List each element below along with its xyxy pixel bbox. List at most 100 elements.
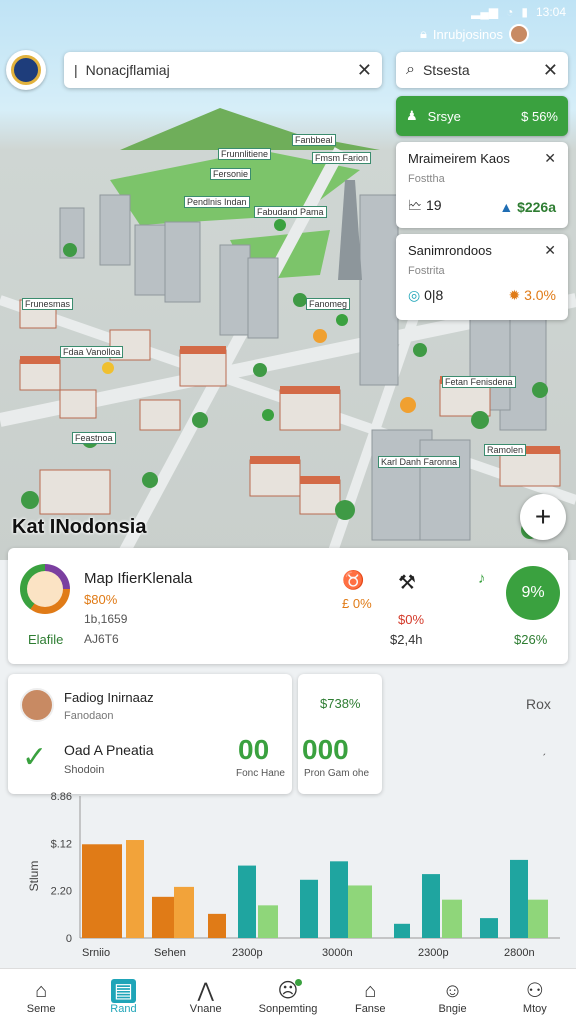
y-tick-label: 0 [66,933,72,945]
bar [510,859,528,938]
map-label[interactable]: Fdaa Vanolloa [60,346,124,358]
bar-chart: 8.86 $.12 2.20 0 Stlum Srniio Sehen 2300p 3000n 2… [27,791,560,959]
map-title: Kat INodonsia [12,516,147,538]
search-icon: ⌕ [406,61,415,78]
summary-card[interactable]: Map IfierKlenala $80% Elafile 1b,1659 AJ… [8,548,568,664]
nav-item-rand[interactable]: ▤ Rand [88,978,158,1015]
mountain-shape [120,108,380,150]
profile-metric: Oad A Pneatia [64,742,154,758]
bar [394,923,410,938]
crest-icon [11,55,41,85]
profile-big-value: 00 [238,734,270,765]
folder-icon: ▤ [110,978,136,1003]
profile-metric-sub: Shodoin [64,764,105,776]
x-tick-label: Sehen [154,947,186,959]
nav-label: Seme [26,1002,56,1015]
map-label[interactable]: Ramolen [484,444,527,456]
info-card[interactable]: Sanimrondoos ✕ Fostrita ◎ 0|8 ✹ 3.0% [396,234,568,320]
info-card-subtitle: Fosttha [408,173,445,185]
rox-label[interactable]: Rox [526,696,551,712]
search-input[interactable]: | Nonacjflamiaj ✕ [64,52,382,88]
nav-item-fanse[interactable]: ⌂ Fanse [335,979,405,1015]
signal-icon: ▂▄▆ [471,5,499,19]
y-tick-label: 8.86 [51,791,72,803]
face-icon: ☹ [277,978,303,1002]
summary-pct: $26% [514,632,548,647]
filter-search-value[interactable]: Stsesta [423,62,543,78]
info-card[interactable]: Mraimeirem Kaos ✕ Fosttha 🗠 19 ▲ $226a [396,142,568,228]
nav-item-bngie[interactable]: ☺ Bngie [418,979,488,1015]
stats-big-label: Pron Gam ohe [304,768,370,779]
chart-icon: 🗠 [408,197,423,213]
bar [126,840,144,938]
avatar[interactable] [509,24,530,44]
summary-line: AJ6T6 [84,632,119,646]
bar [82,844,122,938]
tower-shape [338,180,362,280]
warning-icon: ▲ [499,199,514,215]
bag-icon: ♉ [342,570,365,590]
clear-icon[interactable]: ✕ [357,60,372,81]
map-label[interactable]: Feastnoa [72,432,116,444]
profile-name: Fadiog Inirnaaz [64,690,154,705]
nav-label: Sonpemting [258,1002,318,1015]
profile-card[interactable]: Fadiog Inirnaaz Fanodaon ✓ Oad A Pneatia… [8,674,292,794]
map-label[interactable]: Fetan Fenisdena [442,376,516,388]
nav-label: Rand [110,1002,137,1015]
map-label[interactable]: Fabudand Pama [254,206,327,218]
summary-amount: $2,4h [390,632,423,647]
house-icon: ⌂ [364,979,377,1002]
map-label[interactable]: Fmsm Farion [312,152,372,164]
bar [330,861,348,938]
app-logo[interactable] [6,50,46,90]
map-label[interactable]: Fanomeg [306,298,351,310]
x-tick-label: 3000n [322,947,353,959]
home-icon: ⌂ [35,979,48,1002]
search-input-value[interactable]: Nonacjflamiaj [86,62,357,78]
cursor-icon: | [74,62,78,78]
add-button[interactable]: + [520,494,566,540]
status-bar: ▂▄▆ ◔ ▮ 13:04 [0,0,576,24]
nav-label: Mtoy [522,1002,547,1015]
summary-pct: $80% [84,592,118,607]
summary-label: Elafile [28,632,64,647]
close-icon[interactable]: ✕ [544,242,556,259]
people-icon: ⚇ [525,979,544,1002]
map-label[interactable]: Frunesmas [22,298,74,310]
map-label[interactable]: Fanbbeal [292,134,336,146]
bar [238,865,256,938]
summary-pct: £ 0% [342,596,372,611]
map-label[interactable]: Fersonie [210,168,252,180]
nav-item-home[interactable]: ⌂ Seme [6,979,76,1015]
user-chip[interactable]: 🔒︎ Inrubjosinos [420,24,530,44]
bar [300,879,318,938]
stats-card[interactable]: $738% 000 Pron Gam ohe [298,674,382,794]
y-axis-label: Stlum [27,861,41,892]
map-label[interactable]: Frunnlitiene [218,148,272,160]
score-circle[interactable]: 9% [506,566,560,620]
nav-item-sonpemting[interactable]: ☹ Sonpemting [253,978,323,1015]
status-button-value: $ 56% [521,108,558,124]
summary-title: Map IfierKlenala [84,570,193,587]
map-label[interactable]: Karl Danh Faronna [378,456,461,468]
x-tick-label: 2300p [418,947,449,959]
nav-label: Fanse [354,1002,386,1015]
nav-item-mtoy[interactable]: ⚇ Mtoy [500,979,570,1015]
profile-role: Fanodaon [64,710,114,722]
nav-label: Vnane [189,1002,222,1015]
map-label[interactable]: Pendlnis Indan [184,196,250,208]
filter-search-input[interactable]: ⌕ Stsesta ✕ [396,52,568,88]
close-icon[interactable]: ✕ [544,150,556,167]
x-tick-label: 2300p [232,947,263,959]
avatar[interactable] [20,688,54,722]
status-button-label: Srsye [427,108,461,124]
battery-icon: ▮ [521,5,528,19]
nav-label: Bngie [438,1002,467,1015]
info-card-value: 3.0% [524,287,556,303]
clear-icon[interactable]: ✕ [543,60,558,81]
chevron-icon: ˏ [542,742,546,756]
y-tick-label: $.12 [51,838,72,850]
nav-item-vnane[interactable]: ⋀ Vnane [171,979,241,1015]
status-button[interactable]: ♟ Srsye $ 56% [396,96,568,136]
plus-icon: + [534,501,552,532]
